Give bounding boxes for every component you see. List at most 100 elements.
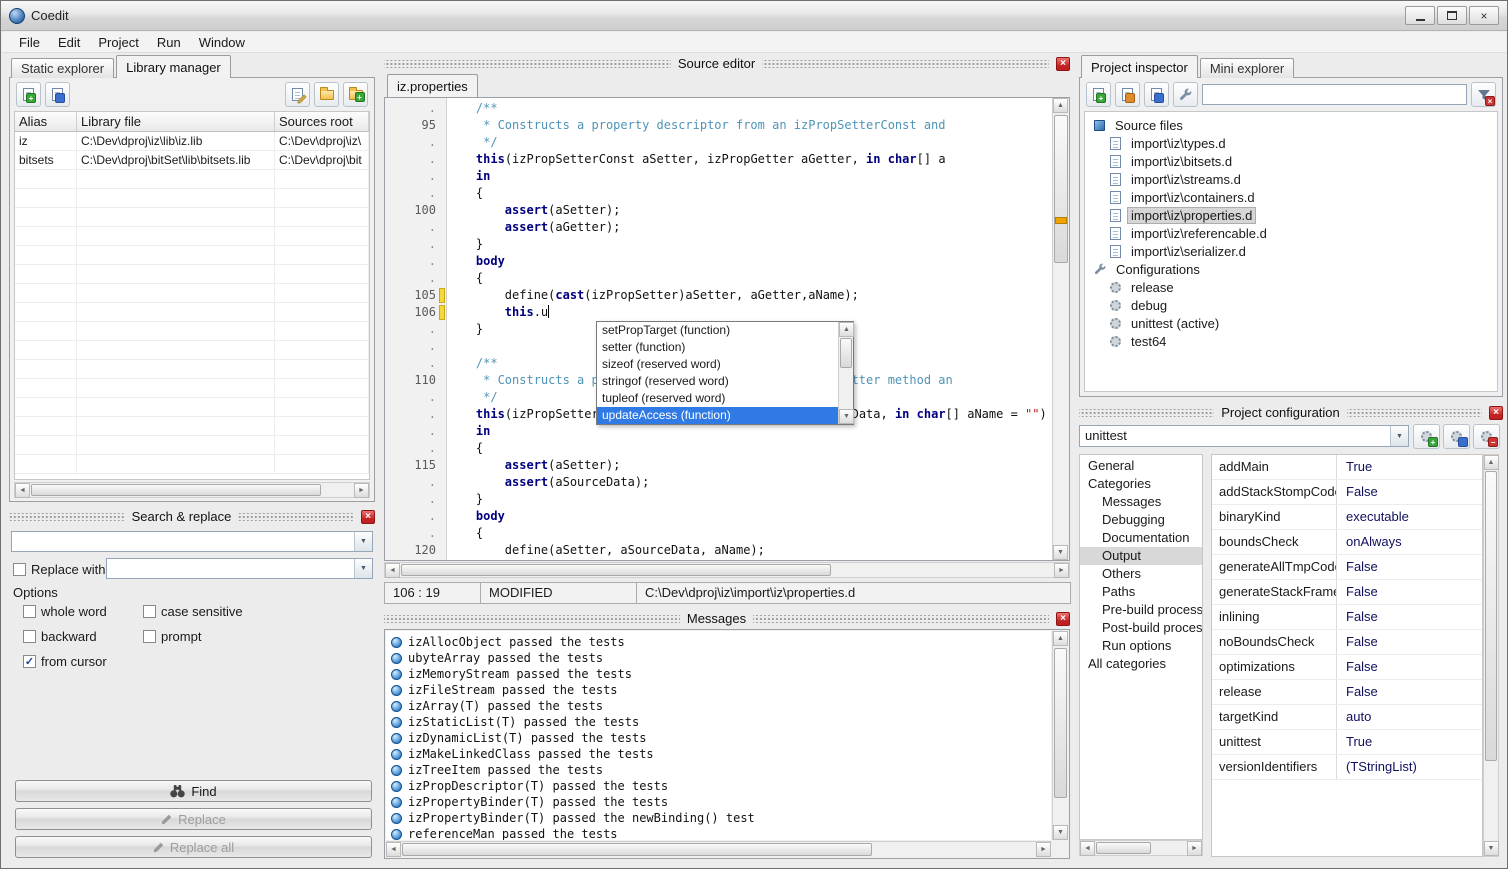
column-header-sources-root[interactable]: Sources root bbox=[275, 112, 369, 131]
tree-item-file[interactable]: import\iz\properties.d bbox=[1085, 206, 1497, 224]
checkbox[interactable] bbox=[23, 605, 36, 618]
scroll-up-button[interactable]: ▲ bbox=[839, 322, 854, 337]
scroll-left-button[interactable]: ◄ bbox=[1080, 841, 1095, 856]
configuration-remove-button[interactable]: − bbox=[1473, 424, 1500, 449]
checkbox[interactable] bbox=[23, 630, 36, 643]
column-header-library-file[interactable]: Library file bbox=[77, 112, 275, 131]
property-row[interactable]: optimizationsFalse bbox=[1212, 655, 1482, 680]
option-backward[interactable]: backward bbox=[23, 629, 143, 644]
category-run-options[interactable]: Run options bbox=[1080, 637, 1202, 655]
scroll-right-button[interactable]: ► bbox=[1036, 842, 1051, 857]
code-line[interactable]: /** bbox=[447, 100, 1052, 117]
scroll-down-button[interactable]: ▼ bbox=[1053, 825, 1068, 840]
source-files-root[interactable]: Source files bbox=[1085, 116, 1497, 134]
scrollbar-track[interactable] bbox=[1484, 470, 1498, 841]
category-all-categories[interactable]: All categories bbox=[1080, 655, 1202, 673]
editor-vscrollbar[interactable]: ▲ ▼ bbox=[1052, 98, 1069, 560]
checkbox[interactable] bbox=[143, 605, 156, 618]
library-add-folder-button[interactable]: + bbox=[343, 82, 368, 107]
refresh-button[interactable] bbox=[1144, 82, 1169, 107]
completion-item[interactable]: tupleof (reserved word) bbox=[597, 390, 838, 407]
message-row[interactable]: ubyteArray passed the tests bbox=[386, 650, 1051, 666]
scroll-left-button[interactable]: ◄ bbox=[386, 842, 401, 857]
message-row[interactable]: izMakeLinkedClass passed the tests bbox=[386, 746, 1051, 762]
replace-button[interactable]: Replace bbox=[15, 808, 372, 830]
code-line[interactable]: { bbox=[447, 440, 1052, 457]
property-row[interactable]: addMainTrue bbox=[1212, 455, 1482, 480]
chevron-down-icon[interactable]: ▼ bbox=[354, 532, 372, 551]
property-row[interactable]: binaryKindexecutable bbox=[1212, 505, 1482, 530]
message-row[interactable]: izArray(T) passed the tests bbox=[386, 698, 1051, 714]
code-line[interactable]: { bbox=[447, 185, 1052, 202]
property-grid[interactable]: addMainTrueaddStackStompCodeFalsebinaryK… bbox=[1211, 454, 1483, 857]
tree-item-config[interactable]: debug bbox=[1085, 296, 1497, 314]
scroll-up-button[interactable]: ▲ bbox=[1484, 455, 1499, 470]
checkbox[interactable] bbox=[143, 630, 156, 643]
category-list[interactable]: GeneralCategoriesMessagesDebuggingDocume… bbox=[1079, 454, 1203, 840]
tree-item-config[interactable]: test64 bbox=[1085, 332, 1497, 350]
message-row[interactable]: izPropertyBinder(T) passed the newBindin… bbox=[386, 810, 1051, 826]
open-file-button[interactable] bbox=[1115, 82, 1140, 107]
message-row[interactable]: izTreeItem passed the tests bbox=[386, 762, 1051, 778]
scroll-left-button[interactable]: ◄ bbox=[385, 563, 400, 578]
replace-all-button[interactable]: Replace all bbox=[15, 836, 372, 858]
tree-item-file[interactable]: import\iz\bitsets.d bbox=[1085, 152, 1497, 170]
code-line[interactable]: assert(aGetter); bbox=[447, 219, 1052, 236]
scroll-left-button[interactable]: ◄ bbox=[15, 483, 30, 498]
message-row[interactable]: izDynamicList(T) passed the tests bbox=[386, 730, 1051, 746]
checkbox[interactable]: ✓ bbox=[23, 655, 36, 668]
completion-item[interactable]: setter (function) bbox=[597, 339, 838, 356]
code-line[interactable]: */ bbox=[447, 134, 1052, 151]
editor-hscrollbar[interactable]: ◄ ► bbox=[384, 562, 1070, 578]
category-pre-build-process[interactable]: Pre-build process bbox=[1080, 601, 1202, 619]
category-messages[interactable]: Messages bbox=[1080, 493, 1202, 511]
property-row[interactable]: unittestTrue bbox=[1212, 730, 1482, 755]
category-output[interactable]: Output bbox=[1080, 547, 1202, 565]
code-line[interactable]: this(izPropSetterConst aSetter, izPropGe… bbox=[447, 151, 1052, 168]
message-row[interactable]: izPropDescriptor(T) passed the tests bbox=[386, 778, 1051, 794]
filter-button[interactable]: × bbox=[1471, 82, 1496, 107]
tree-item-file[interactable]: import\iz\containers.d bbox=[1085, 188, 1497, 206]
messages-hscrollbar[interactable]: ◄ ► bbox=[386, 841, 1051, 857]
inspector-filter-input[interactable] bbox=[1202, 84, 1467, 105]
scroll-down-button[interactable]: ▼ bbox=[1484, 841, 1499, 856]
scrollbar-thumb[interactable] bbox=[1096, 842, 1151, 854]
category-general[interactable]: General bbox=[1080, 457, 1202, 475]
minimize-button[interactable] bbox=[1405, 6, 1435, 25]
scrollbar-thumb[interactable] bbox=[840, 338, 852, 368]
scrollbar-track[interactable] bbox=[839, 337, 853, 409]
scrollbar-thumb[interactable] bbox=[31, 484, 321, 496]
code-line[interactable]: assert(aSetter); bbox=[447, 202, 1052, 219]
scroll-right-button[interactable]: ► bbox=[1187, 841, 1202, 856]
category-debugging[interactable]: Debugging bbox=[1080, 511, 1202, 529]
replace-with-checkbox[interactable] bbox=[13, 563, 26, 576]
table-row[interactable]: bitsetsC:\Dev\dproj\bitSet\lib\bitsets.l… bbox=[15, 151, 369, 170]
scrollbar-thumb[interactable] bbox=[402, 843, 872, 856]
message-row[interactable]: izMemoryStream passed the tests bbox=[386, 666, 1051, 682]
tree-item-config[interactable]: unittest (active) bbox=[1085, 314, 1497, 332]
category-documentation[interactable]: Documentation bbox=[1080, 529, 1202, 547]
message-row[interactable]: izAllocObject passed the tests bbox=[386, 634, 1051, 650]
property-row[interactable]: inliningFalse bbox=[1212, 605, 1482, 630]
scrollbar-track[interactable] bbox=[1053, 113, 1069, 545]
option-case-sensitive[interactable]: case sensitive bbox=[143, 604, 363, 619]
table-row[interactable]: izC:\Dev\dproj\iz\lib\iz.libC:\Dev\dproj… bbox=[15, 132, 369, 151]
code-line[interactable]: { bbox=[447, 270, 1052, 287]
scrollbar-track[interactable] bbox=[401, 842, 1036, 857]
tree-item-file[interactable]: import\iz\serializer.d bbox=[1085, 242, 1497, 260]
titlebar[interactable]: Coedit × bbox=[1, 1, 1507, 31]
property-row[interactable]: generateAllTmpCodeFalse bbox=[1212, 555, 1482, 580]
scrollbar-thumb[interactable] bbox=[1054, 648, 1067, 798]
category-paths[interactable]: Paths bbox=[1080, 583, 1202, 601]
close-panel-icon[interactable]: × bbox=[1489, 406, 1503, 420]
code-line[interactable]: body bbox=[447, 253, 1052, 270]
code-line[interactable]: in bbox=[447, 423, 1052, 440]
menu-run[interactable]: Run bbox=[148, 33, 190, 52]
library-table-hscrollbar[interactable]: ◄ ► bbox=[14, 482, 370, 498]
tree-item-file[interactable]: import\iz\streams.d bbox=[1085, 170, 1497, 188]
message-row[interactable]: izStaticList(T) passed the tests bbox=[386, 714, 1051, 730]
completion-scrollbar[interactable]: ▲ ▼ bbox=[838, 322, 853, 424]
add-file-button[interactable]: + bbox=[1086, 82, 1111, 107]
tab-iz-properties[interactable]: iz.properties bbox=[387, 74, 478, 97]
configuration-add-button[interactable]: + bbox=[1413, 424, 1440, 449]
